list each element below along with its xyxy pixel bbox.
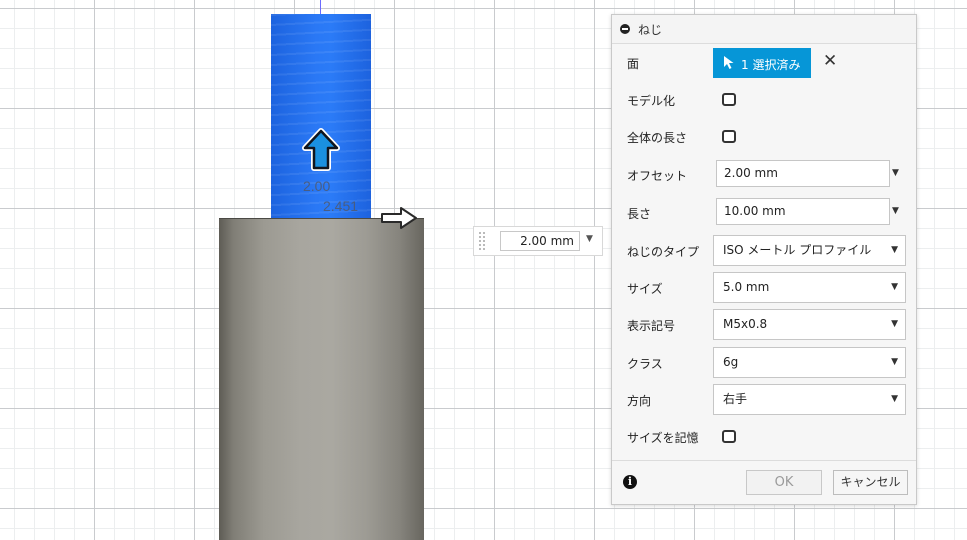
chevron-down-icon: ▼ — [891, 282, 898, 292]
ok-button[interactable]: OK — [746, 470, 822, 495]
thread-type-select[interactable]: ISO メートル プロファイル ▼ — [713, 235, 906, 266]
face-select-button[interactable]: 1 選択済み — [713, 48, 811, 78]
designation-label: 表示記号 — [627, 319, 676, 333]
full-length-label: 全体の長さ — [627, 131, 688, 145]
class-value: 6g — [723, 355, 739, 369]
dialog-footer: i OK キャンセル — [612, 460, 916, 505]
cursor-arrow-icon — [724, 56, 734, 69]
size-select[interactable]: 5.0 mm ▼ — [713, 272, 906, 303]
row-modeled: モデル化 — [612, 82, 916, 118]
row-designation: 表示記号 M5x0.8 ▼ — [612, 307, 916, 343]
face-select-label: 1 選択済み — [741, 58, 801, 72]
chevron-down-icon: ▼ — [891, 245, 898, 255]
designation-select[interactable]: M5x0.8 ▼ — [713, 309, 906, 340]
row-remember-size: サイズを記憶 — [612, 419, 916, 455]
full-length-checkbox[interactable] — [722, 130, 736, 143]
arrow-up-icon[interactable] — [301, 128, 341, 174]
arrow-right-icon[interactable] — [379, 205, 419, 231]
chevron-down-icon[interactable]: ▼ — [892, 168, 899, 178]
row-length: 長さ 10.00 mm ▼ — [612, 195, 916, 231]
chevron-down-icon: ▼ — [891, 357, 898, 367]
thread-type-label: ねじのタイプ — [627, 245, 700, 259]
offset-input[interactable]: 2.00 mm — [716, 160, 890, 187]
cancel-button[interactable]: キャンセル — [833, 470, 908, 495]
direction-value: 右手 — [723, 392, 748, 406]
class-select[interactable]: 6g ▼ — [713, 347, 906, 378]
row-class: クラス 6g ▼ — [612, 345, 916, 381]
cylinder-body[interactable] — [219, 219, 424, 540]
length-input[interactable]: 10.00 mm — [716, 198, 890, 225]
row-thread-type: ねじのタイプ ISO メートル プロファイル ▼ — [612, 233, 916, 269]
chevron-down-icon[interactable]: ▼ — [586, 234, 593, 244]
close-icon[interactable]: ✕ — [823, 51, 837, 71]
thread-type-value: ISO メートル プロファイル — [723, 243, 872, 257]
direction-select[interactable]: 右手 ▼ — [713, 384, 906, 415]
row-face: 面 1 選択済み ✕ — [612, 45, 916, 81]
minus-circle-icon[interactable] — [620, 24, 630, 34]
row-size: サイズ 5.0 mm ▼ — [612, 270, 916, 306]
direction-label: 方向 — [627, 394, 652, 408]
row-direction: 方向 右手 ▼ — [612, 382, 916, 418]
chevron-down-icon: ▼ — [891, 319, 898, 329]
offset-value-field[interactable]: 2.00 mm — [500, 231, 580, 251]
class-label: クラス — [627, 357, 663, 371]
modeled-checkbox[interactable] — [722, 93, 736, 106]
row-full-length: 全体の長さ — [612, 119, 916, 155]
info-icon[interactable]: i — [623, 475, 637, 489]
face-label: 面 — [627, 57, 640, 71]
remember-size-checkbox[interactable] — [722, 430, 736, 443]
designation-value: M5x0.8 — [723, 317, 768, 331]
canvas-offset-input[interactable]: 2.00 mm ▼ — [473, 226, 603, 256]
remember-size-label: サイズを記憶 — [627, 431, 699, 445]
ghost-dimension-a: 2.00 — [303, 178, 331, 194]
ghost-dimension-b: 2.451 — [323, 198, 359, 214]
size-value: 5.0 mm — [723, 280, 770, 294]
axis-line — [320, 0, 321, 14]
size-label: サイズ — [627, 282, 663, 296]
length-label: 長さ — [627, 207, 652, 221]
drag-grip-icon[interactable] — [478, 231, 486, 251]
thread-dialog: ねじ 面 1 選択済み ✕ モデル化 全体の長さ オフセット 2.00 mm ▼… — [611, 14, 917, 505]
chevron-down-icon[interactable]: ▼ — [892, 206, 899, 216]
row-offset: オフセット 2.00 mm ▼ — [612, 157, 916, 193]
chevron-down-icon: ▼ — [891, 394, 898, 404]
dialog-header: ねじ — [612, 15, 916, 44]
modeled-label: モデル化 — [627, 94, 676, 108]
offset-label: オフセット — [627, 169, 688, 183]
dialog-title: ねじ — [638, 23, 663, 37]
